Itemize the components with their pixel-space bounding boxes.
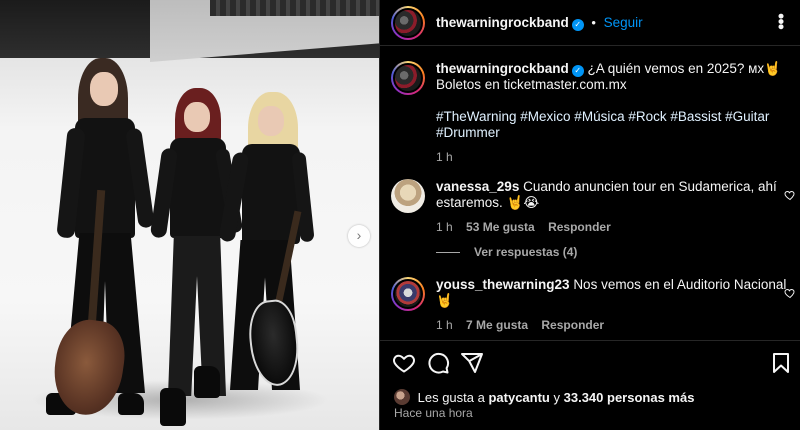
comment-time: 1 h — [436, 220, 453, 234]
verified-badge-icon: ✓ — [571, 65, 584, 77]
hashtags-line2[interactable]: #Drummer — [436, 125, 791, 141]
liker-username[interactable]: patycantu — [488, 390, 549, 405]
replies-divider — [436, 252, 460, 254]
comment-item: vanessa_29s Cuando anuncien tour en Suda… — [391, 179, 795, 235]
view-replies-button[interactable]: Ver respuestas (4) — [436, 245, 577, 259]
commenter-avatar[interactable] — [391, 277, 425, 311]
caption-time: 1 h — [436, 150, 453, 164]
comment-text-line1: Cuando anuncien tour en Sudamerica, ahí — [523, 179, 777, 194]
separator-dot: • — [591, 15, 596, 30]
caption-avatar[interactable] — [391, 61, 425, 95]
share-icon[interactable] — [460, 351, 484, 375]
liker-avatar — [394, 389, 410, 405]
caption-text-line1: ¿A quién vemos en 2025? мх🤘 — [587, 61, 781, 76]
comments-section: thewarningrockband ✓ ¿A quién vemos en 20… — [380, 47, 800, 339]
comment-username[interactable]: vanessa_29s — [436, 179, 519, 194]
comment-icon[interactable] — [426, 351, 450, 375]
comment-username[interactable]: youss_thewarning23 — [436, 277, 570, 292]
comment-item: youss_thewarning23 Nos vemos en el Audit… — [391, 277, 795, 333]
commenter-avatar[interactable] — [391, 179, 425, 213]
heart-icon[interactable] — [392, 351, 416, 375]
follow-button[interactable]: Seguir — [604, 15, 643, 30]
header-username[interactable]: thewarningrockband — [436, 15, 569, 30]
verified-badge-icon: ✓ — [571, 19, 584, 31]
instagram-post: › thewarningrockband ✓ • Seguir ••• thewa… — [0, 0, 800, 430]
comment-text-line2: estaremos. 🤘😭 — [436, 195, 540, 210]
likes-count[interactable]: 33.340 personas más — [564, 390, 695, 405]
ceiling-rail — [210, 0, 379, 16]
post-photo[interactable]: › — [0, 0, 379, 430]
caption: thewarningrockband ✓ ¿A quién vemos en 20… — [391, 61, 791, 165]
likes-prefix: Les gusta a — [417, 390, 485, 405]
bookmark-icon[interactable] — [769, 351, 793, 375]
reply-button[interactable]: Responder — [548, 220, 611, 234]
next-photo-button[interactable]: › — [348, 225, 370, 247]
reply-button[interactable]: Responder — [541, 318, 604, 332]
comment-text-line2: 🤘 — [436, 293, 453, 308]
comment-time: 1 h — [436, 318, 453, 332]
view-replies-label: Ver respuestas (4) — [474, 245, 578, 259]
comment-text-line1: Nos vemos en el Auditorio Nacional — [573, 277, 787, 292]
comment-heart-icon[interactable] — [784, 189, 796, 201]
comment-heart-icon[interactable] — [784, 287, 796, 299]
likes-summary[interactable]: Les gusta a patycantu y 33.340 personas … — [394, 389, 694, 405]
hashtags-line1[interactable]: #TheWarning #Mexico #Música #Rock #Bassi… — [436, 109, 791, 125]
caption-username[interactable]: thewarningrockband — [436, 61, 569, 76]
post-header: thewarningrockband ✓ • Seguir ••• — [380, 0, 800, 46]
chevron-right-icon: › — [356, 227, 362, 243]
caption-text-line2: Boletos en ticketmaster.com.mx — [436, 77, 627, 92]
profile-avatar[interactable] — [391, 6, 425, 40]
likes-middle: y — [553, 390, 561, 405]
post-actions: Les gusta a patycantu y 33.340 personas … — [380, 340, 800, 430]
more-icon[interactable]: ••• — [771, 13, 791, 29]
comment-likes[interactable]: 53 Me gusta — [466, 220, 535, 234]
comment-likes[interactable]: 7 Me gusta — [466, 318, 528, 332]
posted-time: Hace una hora — [394, 406, 473, 420]
post-side-panel: thewarningrockband ✓ • Seguir ••• thewarn… — [379, 0, 800, 430]
